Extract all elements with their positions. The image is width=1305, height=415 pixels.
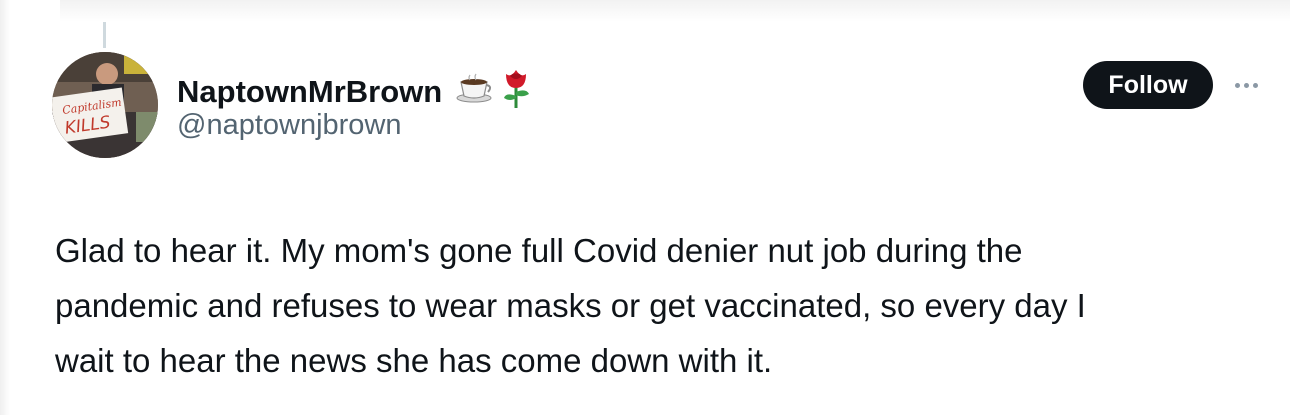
follow-button[interactable]: Follow <box>1083 61 1213 109</box>
tweet-text-line: wait to hear the news she has come down … <box>55 342 773 379</box>
avatar[interactable]: Capitalism KILLS <box>52 52 158 158</box>
tweet-text: Glad to hear it. My mom's gone full Covi… <box>55 223 1285 388</box>
thread-connector-line <box>103 22 106 48</box>
avatar-photo: Capitalism KILLS <box>52 52 158 158</box>
previous-tweet-fade <box>60 0 1290 22</box>
coffee-cup-icon <box>454 73 494 111</box>
more-horizontal-icon[interactable] <box>1226 71 1266 99</box>
author-handle[interactable]: @naptownjbrown <box>177 109 402 142</box>
tweet-text-line: pandemic and refuses to wear masks or ge… <box>55 287 1086 324</box>
author-display-name[interactable]: NaptownMrBrown <box>177 74 442 110</box>
left-edge-shadow <box>0 0 10 415</box>
tweet-text-line: Glad to hear it. My mom's gone full Covi… <box>55 232 1023 269</box>
rose-icon <box>498 66 534 118</box>
